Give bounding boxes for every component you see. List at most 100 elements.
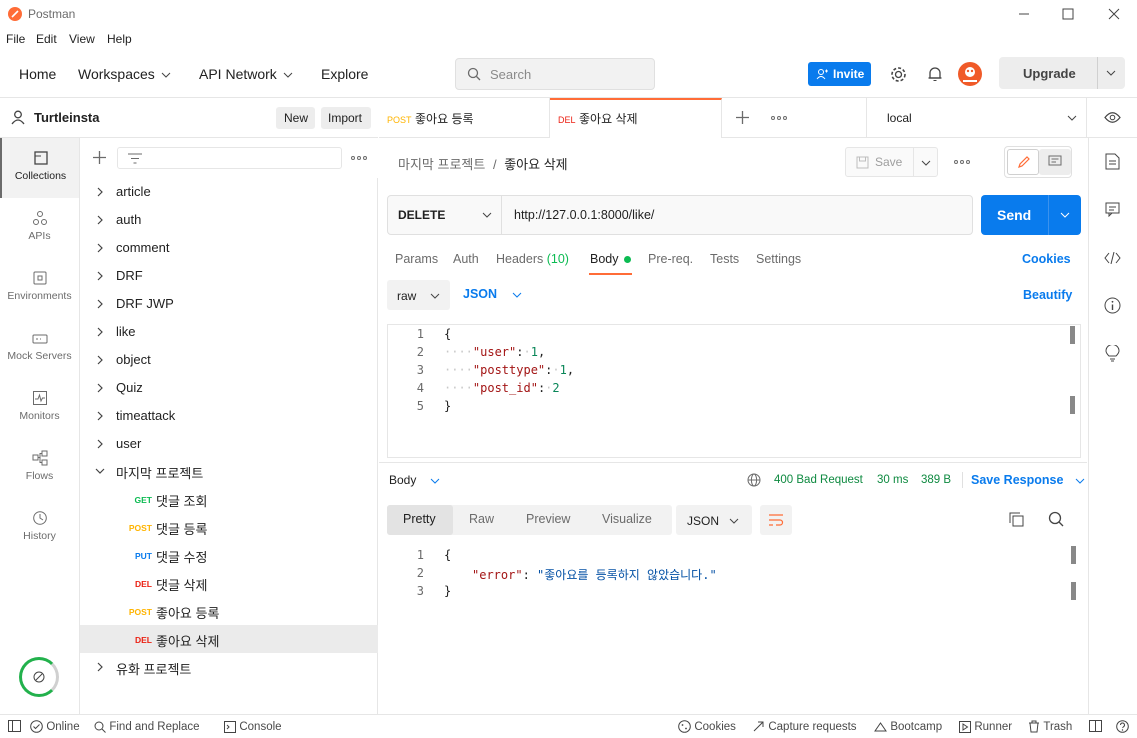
collection-item[interactable]: user [80, 430, 378, 458]
chevron-right-icon[interactable] [96, 243, 104, 253]
scrollbar-thumb[interactable] [1071, 546, 1076, 564]
response-time[interactable]: 30 ms [877, 474, 908, 486]
send-button[interactable]: Send [981, 195, 1081, 235]
menu-file[interactable]: File [6, 32, 25, 46]
beautify-link[interactable]: Beautify [1023, 288, 1072, 302]
comment-mode-button[interactable] [1039, 149, 1071, 175]
code-snippet-icon[interactable] [1104, 252, 1121, 264]
help-icon[interactable] [1116, 720, 1129, 733]
menu-help[interactable]: Help [107, 32, 132, 46]
new-button[interactable]: New [276, 107, 315, 129]
chevron-right-icon[interactable] [96, 187, 104, 197]
rail-environments[interactable]: Environments [0, 258, 79, 318]
collection-item[interactable]: 유화 프로젝트 [80, 653, 378, 681]
tab-headers[interactable]: Headers (10) [496, 252, 569, 266]
menu-edit[interactable]: Edit [36, 32, 57, 46]
body-mode-select[interactable]: raw [387, 280, 450, 310]
collection-filter-input[interactable] [117, 147, 342, 169]
maximize-icon[interactable] [1060, 6, 1076, 22]
collection-item[interactable]: comment [80, 234, 378, 262]
rail-flows[interactable]: Flows [0, 438, 79, 498]
console-button[interactable]: Console [224, 719, 282, 733]
bootcamp-button[interactable]: Bootcamp [874, 719, 942, 733]
wrap-lines-button[interactable] [760, 505, 792, 535]
tab-options-icon[interactable] [771, 116, 787, 120]
tab-preview[interactable]: Preview [526, 512, 570, 526]
collection-item[interactable]: auth [80, 206, 378, 234]
nav-api-network[interactable]: API Network [199, 66, 293, 82]
runner-button[interactable]: Runner [959, 719, 1012, 733]
invite-button[interactable]: Invite [808, 62, 871, 86]
environment-select[interactable]: local [866, 98, 1087, 138]
notifications-bell-icon[interactable] [927, 66, 943, 83]
request-item[interactable]: PUT 댓글 수정 [80, 541, 378, 569]
rail-apis[interactable]: APIs [0, 198, 79, 258]
avatar[interactable] [958, 62, 982, 86]
chevron-right-icon[interactable] [96, 355, 104, 365]
scrollbar-thumb[interactable] [1070, 326, 1075, 344]
close-icon[interactable] [1106, 6, 1122, 22]
collection-item[interactable]: article [80, 178, 378, 206]
rail-history[interactable]: History [0, 498, 79, 558]
tab-params[interactable]: Params [395, 252, 438, 266]
sync-status-icon[interactable] [19, 657, 59, 697]
online-status[interactable]: Online [30, 719, 80, 734]
tab-pre-request[interactable]: Pre-req. [648, 252, 693, 266]
chevron-right-icon[interactable] [96, 383, 104, 393]
capture-requests-button[interactable]: Capture requests [752, 719, 857, 733]
tab-request[interactable]: POST 좋아요 등록 [379, 98, 550, 138]
request-more-icon[interactable] [954, 160, 970, 164]
info-icon[interactable] [1104, 297, 1121, 314]
chevron-right-icon[interactable] [96, 662, 104, 672]
lightbulb-icon[interactable] [1105, 345, 1120, 362]
tab-auth[interactable]: Auth [453, 252, 479, 266]
two-pane-view-icon[interactable] [1089, 720, 1102, 732]
find-replace-button[interactable]: Find and Replace [94, 719, 200, 733]
tab-pretty[interactable]: Pretty [403, 512, 436, 526]
collection-item[interactable]: object [80, 346, 378, 374]
request-item[interactable]: POST 댓글 등록 [80, 513, 378, 541]
chevron-right-icon[interactable] [96, 215, 104, 225]
cookies-button[interactable]: Cookies [678, 719, 736, 734]
response-size[interactable]: 389 B [921, 474, 951, 486]
collection-item[interactable]: like [80, 318, 378, 346]
chevron-right-icon[interactable] [96, 271, 104, 281]
cookies-link[interactable]: Cookies [1022, 252, 1071, 266]
tab-body[interactable]: Body [590, 252, 631, 266]
documentation-icon[interactable] [1105, 153, 1120, 170]
add-collection-icon[interactable] [93, 151, 106, 164]
tab-visualize[interactable]: Visualize [602, 512, 652, 526]
globe-icon[interactable] [747, 473, 761, 487]
chevron-right-icon[interactable] [96, 439, 104, 449]
search-icon[interactable] [1048, 511, 1064, 527]
save-response-button[interactable]: Save Response [971, 473, 1085, 487]
url-input[interactable]: http://127.0.0.1:8000/like/ [514, 208, 654, 222]
upgrade-button[interactable]: Upgrade [999, 57, 1125, 89]
workspace-name[interactable]: Turtleinsta [34, 110, 100, 125]
rail-monitors[interactable]: Monitors [0, 378, 79, 438]
save-button[interactable]: Save [845, 147, 938, 177]
toggle-sidebar-icon[interactable] [8, 720, 21, 732]
rail-mock-servers[interactable]: Mock Servers [0, 318, 79, 378]
collection-item[interactable]: DRF JWP [80, 290, 378, 318]
tab-settings[interactable]: Settings [756, 252, 801, 266]
search-input[interactable] [455, 58, 655, 90]
menu-view[interactable]: View [69, 32, 95, 46]
breadcrumb-parent[interactable]: 마지막 프로젝트 [398, 157, 485, 172]
import-button[interactable]: Import [321, 107, 371, 129]
method-select[interactable]: DELETE [388, 196, 502, 234]
collection-item[interactable]: Quiz [80, 374, 378, 402]
request-item[interactable]: POST 좋아요 등록 [80, 597, 378, 625]
response-view-select[interactable]: Body [389, 473, 440, 487]
edit-mode-button[interactable] [1007, 149, 1039, 175]
more-options-icon[interactable] [351, 156, 367, 160]
copy-icon[interactable] [1009, 512, 1024, 527]
nav-explore[interactable]: Explore [321, 66, 368, 82]
response-format-select[interactable]: JSON [676, 505, 752, 535]
tab-request-active[interactable]: DEL 좋아요 삭제 [550, 98, 722, 138]
trash-button[interactable]: Trash [1028, 719, 1072, 733]
tab-raw[interactable]: Raw [469, 512, 494, 526]
tab-tests[interactable]: Tests [710, 252, 739, 266]
chevron-right-icon[interactable] [96, 299, 104, 309]
chevron-right-icon[interactable] [96, 327, 104, 337]
